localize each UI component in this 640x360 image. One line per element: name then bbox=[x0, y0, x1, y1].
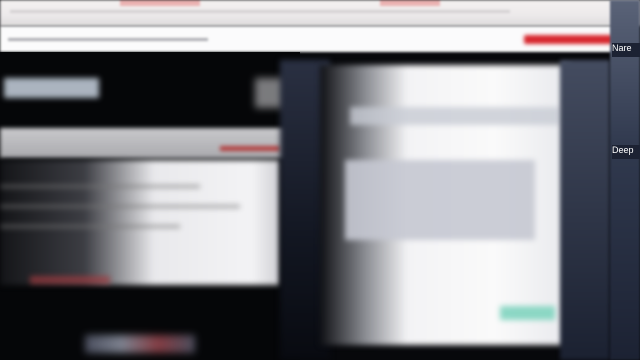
content-row bbox=[0, 185, 200, 188]
content-row bbox=[0, 225, 180, 228]
left-footer-accent bbox=[30, 276, 110, 284]
rail-label-mid[interactable]: Deep bbox=[612, 145, 640, 159]
tab-highlight bbox=[380, 0, 440, 6]
right-shadow bbox=[560, 60, 610, 360]
left-content-panel bbox=[0, 160, 280, 285]
primary-action-button[interactable] bbox=[524, 35, 614, 44]
blurred-pill bbox=[4, 78, 99, 98]
rail-label-top[interactable]: Nare bbox=[612, 43, 640, 57]
left-toolbar bbox=[0, 128, 300, 158]
address-bar bbox=[10, 10, 510, 13]
window-content bbox=[345, 160, 535, 240]
app-header bbox=[0, 26, 620, 52]
browser-top-strip bbox=[0, 0, 640, 26]
tab-highlight bbox=[120, 0, 200, 6]
confirm-button[interactable] bbox=[500, 306, 555, 320]
content-row bbox=[0, 205, 240, 208]
header-text-blur bbox=[8, 38, 208, 41]
toolbar-accent bbox=[220, 146, 280, 151]
main-window bbox=[320, 65, 570, 345]
taskbar-blur bbox=[85, 335, 195, 353]
window-header bbox=[350, 107, 560, 125]
